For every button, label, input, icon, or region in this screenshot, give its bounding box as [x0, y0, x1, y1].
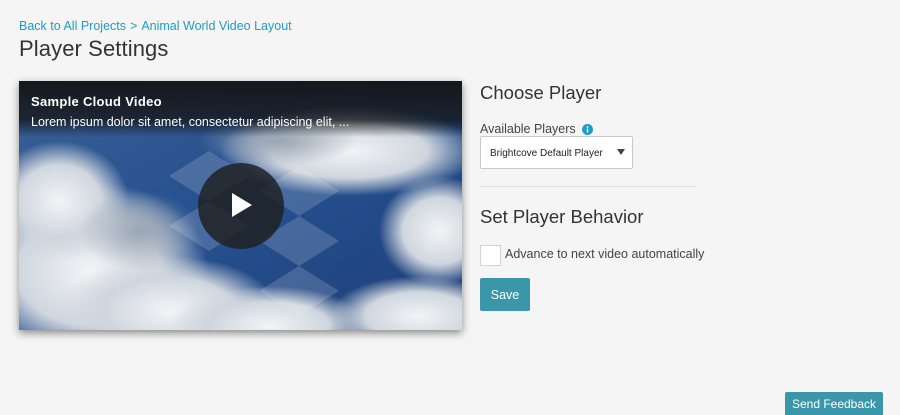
play-button[interactable]: [198, 163, 284, 249]
chevron-down-icon: [617, 149, 625, 155]
save-button[interactable]: Save: [480, 278, 530, 311]
available-players-row: Available Players: [480, 122, 593, 136]
section-divider: [480, 186, 696, 187]
video-description: Lorem ipsum dolor sit amet, consectetur …: [31, 115, 350, 129]
player-select-value: Brightcove Default Player: [490, 148, 603, 159]
advance-next-video-label[interactable]: Advance to next video automatically: [505, 247, 704, 261]
info-icon[interactable]: [581, 123, 593, 135]
send-feedback-button[interactable]: Send Feedback: [785, 392, 883, 415]
video-player[interactable]: Sample Cloud Video Lorem ipsum dolor sit…: [19, 81, 462, 330]
breadcrumb-separator: >: [130, 19, 138, 33]
available-players-label: Available Players: [480, 122, 576, 136]
breadcrumb: Back to All Projects > Animal World Video …: [19, 19, 292, 33]
project-link[interactable]: Animal World Video Layout: [141, 19, 291, 33]
choose-player-heading: Choose Player: [480, 82, 602, 103]
player-behavior-heading: Set Player Behavior: [480, 206, 644, 227]
back-to-projects-link[interactable]: Back to All Projects: [19, 19, 126, 33]
advance-next-video-checkbox[interactable]: [480, 245, 501, 266]
play-icon: [232, 193, 252, 217]
player-select[interactable]: Brightcove Default Player: [480, 136, 633, 169]
page-title: Player Settings: [19, 36, 169, 61]
video-title: Sample Cloud Video: [31, 94, 162, 109]
